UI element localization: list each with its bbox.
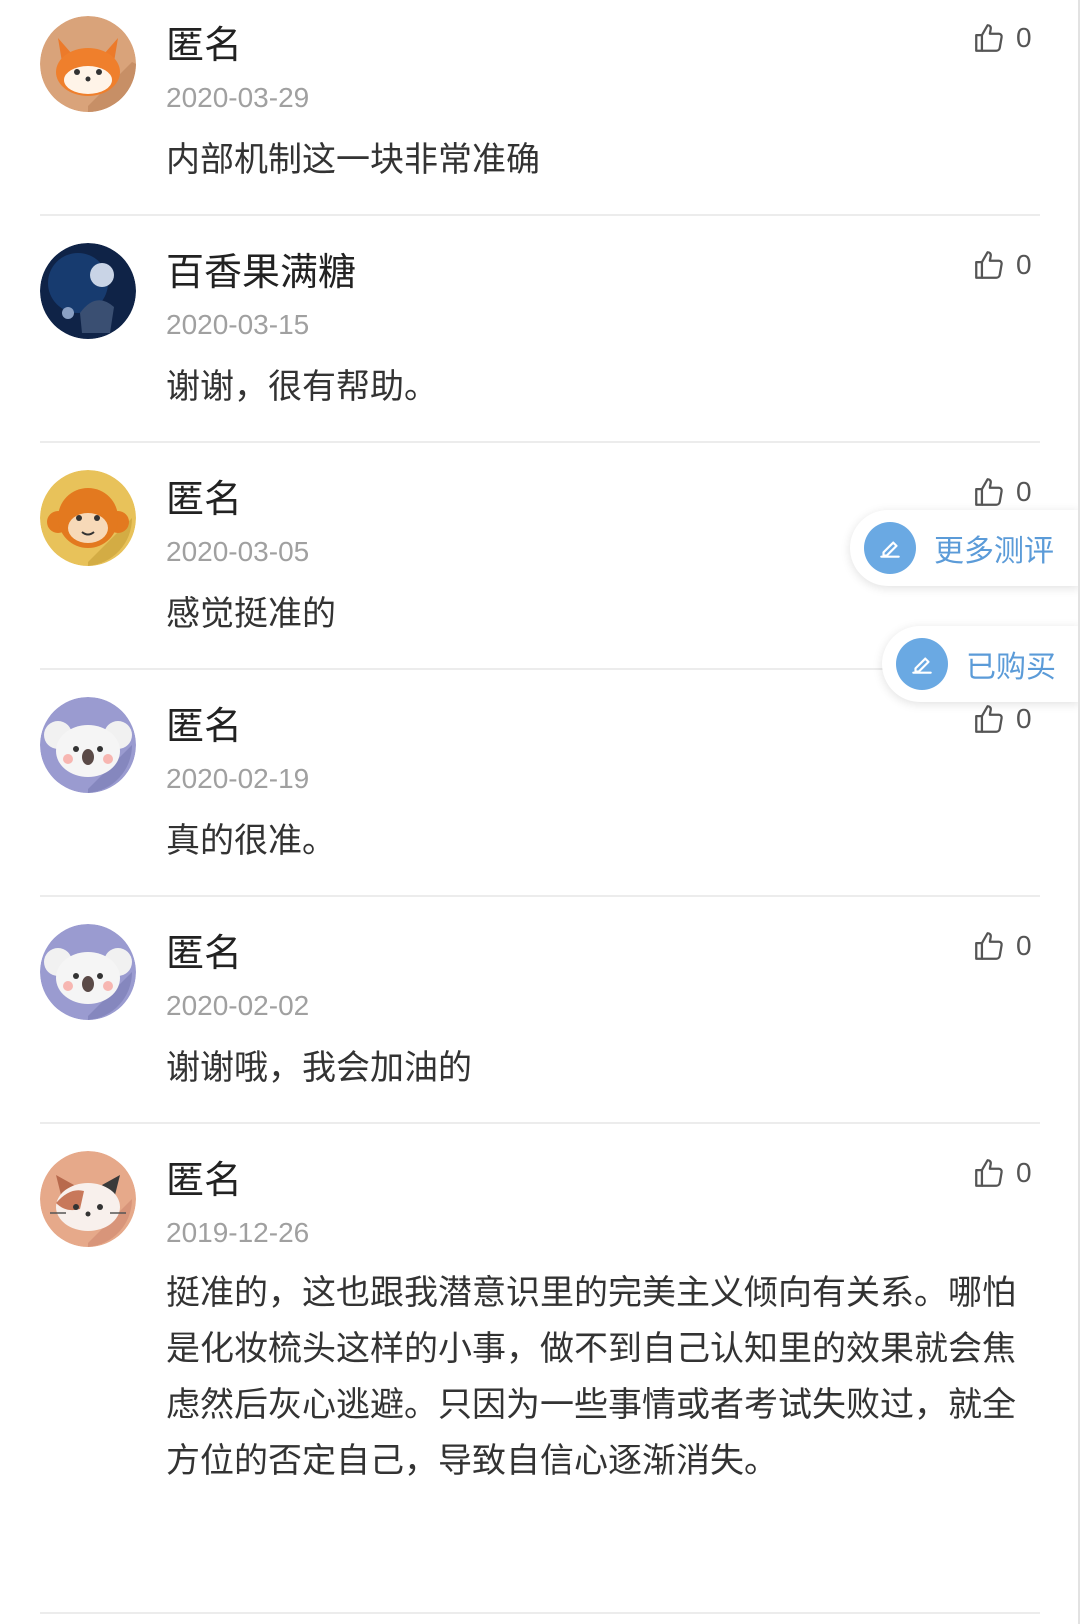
thumbs-up-icon <box>975 932 1003 960</box>
like-button[interactable]: 0 <box>972 1153 1056 1193</box>
comment-date: 2020-02-02 <box>166 990 310 1021</box>
like-count: 0 <box>1016 22 1032 53</box>
monkey-avatar[interactable] <box>40 470 136 566</box>
like-count: 0 <box>1016 930 1032 961</box>
comment-text: 真的很准。 <box>166 821 336 861</box>
like-button[interactable]: 0 <box>972 18 1056 58</box>
comment-date: 2020-03-05 <box>166 536 310 567</box>
like-count: 0 <box>1016 1157 1032 1188</box>
fox-avatar[interactable] <box>40 16 136 112</box>
username: 匿名 <box>166 477 243 521</box>
thumbs-up-icon <box>975 251 1003 279</box>
comment-date: 2019-12-26 <box>166 1217 310 1248</box>
like-button[interactable]: 0 <box>972 926 1056 966</box>
divider <box>40 441 1040 443</box>
koala-avatar[interactable] <box>40 697 136 793</box>
like-button[interactable]: 0 <box>972 472 1056 512</box>
comment-date: 2020-03-29 <box>166 82 310 113</box>
comment-text: 内部机制这一块非常准确 <box>166 140 540 180</box>
comment-text: 谢谢哦，我会加油的 <box>166 1048 472 1088</box>
thumbs-up-icon <box>975 705 1003 733</box>
thumbs-up-icon <box>975 1159 1003 1187</box>
koala-avatar[interactable] <box>40 924 136 1020</box>
like-count: 0 <box>1016 703 1032 734</box>
thumbs-up-icon <box>975 24 1003 52</box>
pencil-icon <box>896 638 948 690</box>
like-count: 0 <box>1016 476 1032 507</box>
username: 匿名 <box>166 704 243 748</box>
purchased-button[interactable]: 已购买 <box>882 626 1080 702</box>
divider <box>40 1122 1040 1124</box>
thumbs-up-icon <box>975 478 1003 506</box>
username: 匿名 <box>166 1158 243 1202</box>
like-count: 0 <box>1016 249 1032 280</box>
pencil-icon <box>864 522 916 574</box>
comment-date: 2020-03-15 <box>166 309 310 340</box>
username: 匿名 <box>166 931 243 975</box>
comment-date: 2020-02-19 <box>166 763 310 794</box>
cat-avatar[interactable] <box>40 1151 136 1247</box>
purchased-label: 已购买 <box>966 650 1056 685</box>
username: 百香果满糖 <box>166 250 357 294</box>
like-button[interactable]: 0 <box>972 245 1056 285</box>
divider <box>40 895 1040 897</box>
username: 匿名 <box>166 23 243 67</box>
more-reviews-label: 更多测评 <box>934 534 1054 569</box>
more-reviews-button[interactable]: 更多测评 <box>850 510 1080 586</box>
divider <box>40 1612 1040 1614</box>
photo-avatar[interactable] <box>40 243 136 339</box>
divider <box>40 214 1040 216</box>
comment-text: 谢谢，很有帮助。 <box>166 367 438 407</box>
like-button[interactable]: 0 <box>972 699 1056 739</box>
comment-text: 挺准的，这也跟我潜意识里的完美主义倾向有关系。哪怕是化妆梳头这样的小事，做不到自… <box>166 1273 1016 1481</box>
